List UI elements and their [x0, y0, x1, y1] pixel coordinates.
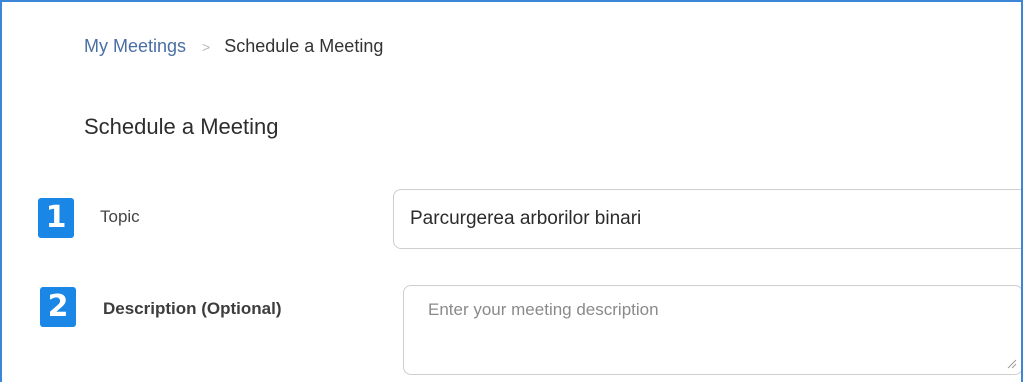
- page-title: Schedule a Meeting: [84, 114, 279, 139]
- step-badge-1: 1: [38, 198, 74, 238]
- resize-handle-icon[interactable]: [1005, 357, 1017, 369]
- schedule-meeting-panel: My Meetings > Schedule a Meeting Schedul…: [0, 0, 1023, 382]
- description-label: Description (Optional): [103, 299, 282, 318]
- breadcrumb-current: Schedule a Meeting: [224, 36, 384, 56]
- topic-input[interactable]: [393, 189, 1021, 249]
- breadcrumb-separator-icon: >: [202, 38, 211, 55]
- breadcrumb-my-meetings-link[interactable]: My Meetings: [84, 36, 186, 57]
- breadcrumb: My Meetings > Schedule a Meeting: [84, 36, 383, 57]
- topic-label: Topic: [100, 207, 140, 226]
- description-textarea[interactable]: [403, 285, 1021, 375]
- step-badge-2: 2: [40, 287, 76, 327]
